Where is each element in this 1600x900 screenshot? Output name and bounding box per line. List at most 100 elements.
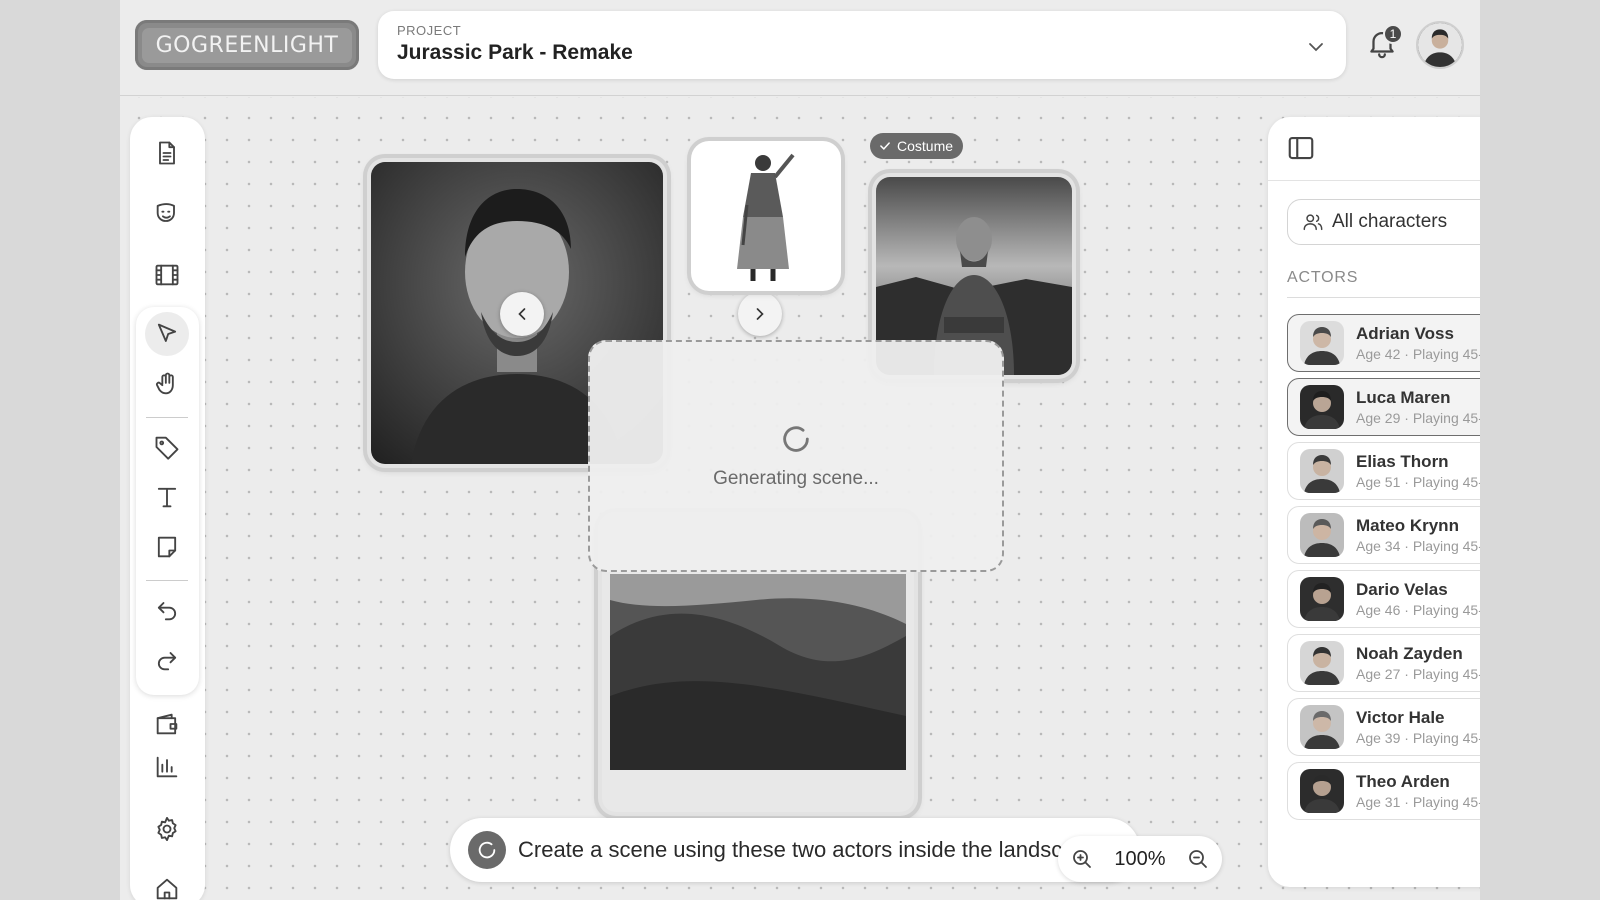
actor-meta: Age 34 · Playing 45-60 xyxy=(1356,538,1480,554)
note-tool[interactable] xyxy=(145,525,189,569)
toolbar-divider xyxy=(146,580,188,581)
characters-tool[interactable] xyxy=(145,192,189,236)
actor-row[interactable]: Theo Arden Age 31 · Playing 45-60 xyxy=(1287,762,1480,820)
app-window: GOGREENLIGHT PROJECT Jurassic Park - Rem… xyxy=(120,0,1480,900)
canvas-card-costume[interactable] xyxy=(691,141,841,291)
actor-name: Dario Velas xyxy=(1356,580,1448,599)
logo-text: GOGREENLIGHT xyxy=(141,27,353,63)
analytics-tool[interactable] xyxy=(145,745,189,789)
section-heading: ACTORS xyxy=(1287,269,1359,286)
scenes-tool[interactable] xyxy=(145,253,189,297)
actor-name: Luca Maren xyxy=(1356,388,1451,407)
users-icon xyxy=(1303,214,1323,231)
actor-avatar xyxy=(1300,321,1344,365)
document-tool[interactable] xyxy=(145,131,189,175)
actor-name: Elias Thorn xyxy=(1356,452,1449,471)
actor-info: Victor Hale Age 39 · Playing 45-60 xyxy=(1356,708,1480,746)
note-icon xyxy=(157,536,177,558)
actor-row[interactable]: Mateo Krynn Age 34 · Playing 45-60 xyxy=(1287,506,1480,564)
zoom-level: 100% xyxy=(1114,847,1166,870)
actor-row[interactable]: Noah Zayden Age 27 · Playing 45-60 xyxy=(1287,634,1480,692)
project-name: Jurassic Park - Remake xyxy=(397,41,633,64)
filter-label: All characters xyxy=(1332,211,1448,232)
spinner-icon xyxy=(478,841,496,859)
actor-meta: Age 39 · Playing 45-60 xyxy=(1356,730,1480,746)
actor-avatar xyxy=(1300,449,1344,493)
actor-info: Elias Thorn Age 51 · Playing 45-60 xyxy=(1356,452,1480,490)
check-icon xyxy=(880,142,890,150)
actor-meta: Age 42 · Playing 45-60 xyxy=(1356,346,1480,362)
text-icon xyxy=(157,487,177,508)
actor-meta: Age 27 · Playing 45-60 xyxy=(1356,666,1480,682)
toolbar-divider xyxy=(146,417,188,418)
actor-info: Adrian Voss Age 42 · Playing 45-60 xyxy=(1356,324,1480,362)
prompt-input[interactable]: Create a scene using these two actors in… xyxy=(518,837,1099,863)
zoom-control: 100% xyxy=(1058,836,1222,882)
logo[interactable]: GOGREENLIGHT xyxy=(135,20,359,70)
actor-name: Mateo Krynn xyxy=(1356,516,1459,535)
actor-name: Victor Hale xyxy=(1356,708,1445,727)
actor-avatar xyxy=(1300,577,1344,621)
panel-header xyxy=(1268,117,1480,181)
actors-panel: All characters ACTORS Adrian Voss Age 42 … xyxy=(1268,117,1480,887)
spinner-icon xyxy=(783,426,809,452)
actor-row[interactable]: Adrian Voss Age 42 · Playing 45-60 xyxy=(1287,314,1480,372)
costume-tag-label: Costume xyxy=(897,138,954,154)
actor-info: Noah Zayden Age 27 · Playing 45-60 xyxy=(1356,644,1480,682)
user-avatar[interactable] xyxy=(1416,21,1464,69)
redo-button[interactable] xyxy=(145,638,189,682)
actor-row[interactable]: Dario Velas Age 46 · Playing 45-60 xyxy=(1287,570,1480,628)
costume-tag: Costume xyxy=(870,133,964,159)
actor-meta: Age 29 · Playing 45-60 xyxy=(1356,410,1480,426)
actor-name: Adrian Voss xyxy=(1356,324,1454,343)
actor-avatar xyxy=(1300,705,1344,749)
cursor-icon xyxy=(157,323,177,342)
project-selector[interactable]: PROJECT Jurassic Park - Remake xyxy=(378,11,1346,79)
home-tool[interactable] xyxy=(145,867,189,900)
pan-tool[interactable] xyxy=(145,362,189,406)
toggle-panel-button[interactable] xyxy=(1286,133,1316,163)
next-image-button[interactable] xyxy=(738,292,782,336)
tag-tool[interactable] xyxy=(145,425,189,469)
bar-chart-icon xyxy=(156,756,178,778)
canvas-tool-group xyxy=(136,307,199,695)
theater-masks-icon xyxy=(156,203,175,222)
home-icon xyxy=(156,878,178,900)
actor-meta: Age 31 · Playing 45-60 xyxy=(1356,794,1480,810)
budget-tool[interactable] xyxy=(145,702,189,746)
generating-text: Generating scene... xyxy=(713,468,879,489)
actor-name: Noah Zayden xyxy=(1356,644,1463,663)
undo-button[interactable] xyxy=(145,588,189,632)
hand-icon xyxy=(156,372,174,395)
actor-info: Mateo Krynn Age 34 · Playing 45-60 xyxy=(1356,516,1480,554)
actor-meta: Age 46 · Playing 45-60 xyxy=(1356,602,1480,618)
actor-avatar xyxy=(1300,513,1344,557)
top-bar: GOGREENLIGHT PROJECT Jurassic Park - Rem… xyxy=(120,0,1480,96)
zoom-in-icon[interactable] xyxy=(1070,847,1094,871)
sidebar-icon xyxy=(1288,136,1314,160)
gear-icon xyxy=(157,816,177,842)
select-tool[interactable] xyxy=(145,312,189,356)
film-icon xyxy=(155,264,179,286)
costume-photo xyxy=(695,145,837,287)
actor-meta: Age 51 · Playing 45-60 xyxy=(1356,474,1480,490)
notification-badge: 1 xyxy=(1383,24,1403,44)
character-filter-dropdown[interactable]: All characters xyxy=(1287,199,1480,245)
actor-row[interactable]: Victor Hale Age 39 · Playing 45-60 xyxy=(1287,698,1480,756)
actor-info: Luca Maren Age 29 · Playing 45-60 xyxy=(1356,388,1480,426)
settings-tool[interactable] xyxy=(145,807,189,851)
actor-row[interactable]: Luca Maren Age 29 · Playing 45-60 xyxy=(1287,378,1480,436)
document-icon xyxy=(159,141,175,165)
section-divider xyxy=(1287,297,1480,298)
prompt-bar[interactable]: Create a scene using these two actors in… xyxy=(450,818,1140,882)
actor-row[interactable]: Elias Thorn Age 51 · Playing 45-60 xyxy=(1287,442,1480,500)
text-tool[interactable] xyxy=(145,475,189,519)
chevron-down-icon xyxy=(1309,43,1323,52)
previous-image-button[interactable] xyxy=(500,292,544,336)
actor-info: Dario Velas Age 46 · Playing 45-60 xyxy=(1356,580,1480,618)
left-toolbar xyxy=(130,117,205,900)
prompt-status-indicator xyxy=(468,831,506,869)
zoom-out-icon[interactable] xyxy=(1186,847,1210,871)
actor-name: Theo Arden xyxy=(1356,772,1450,791)
redo-icon xyxy=(157,652,177,671)
